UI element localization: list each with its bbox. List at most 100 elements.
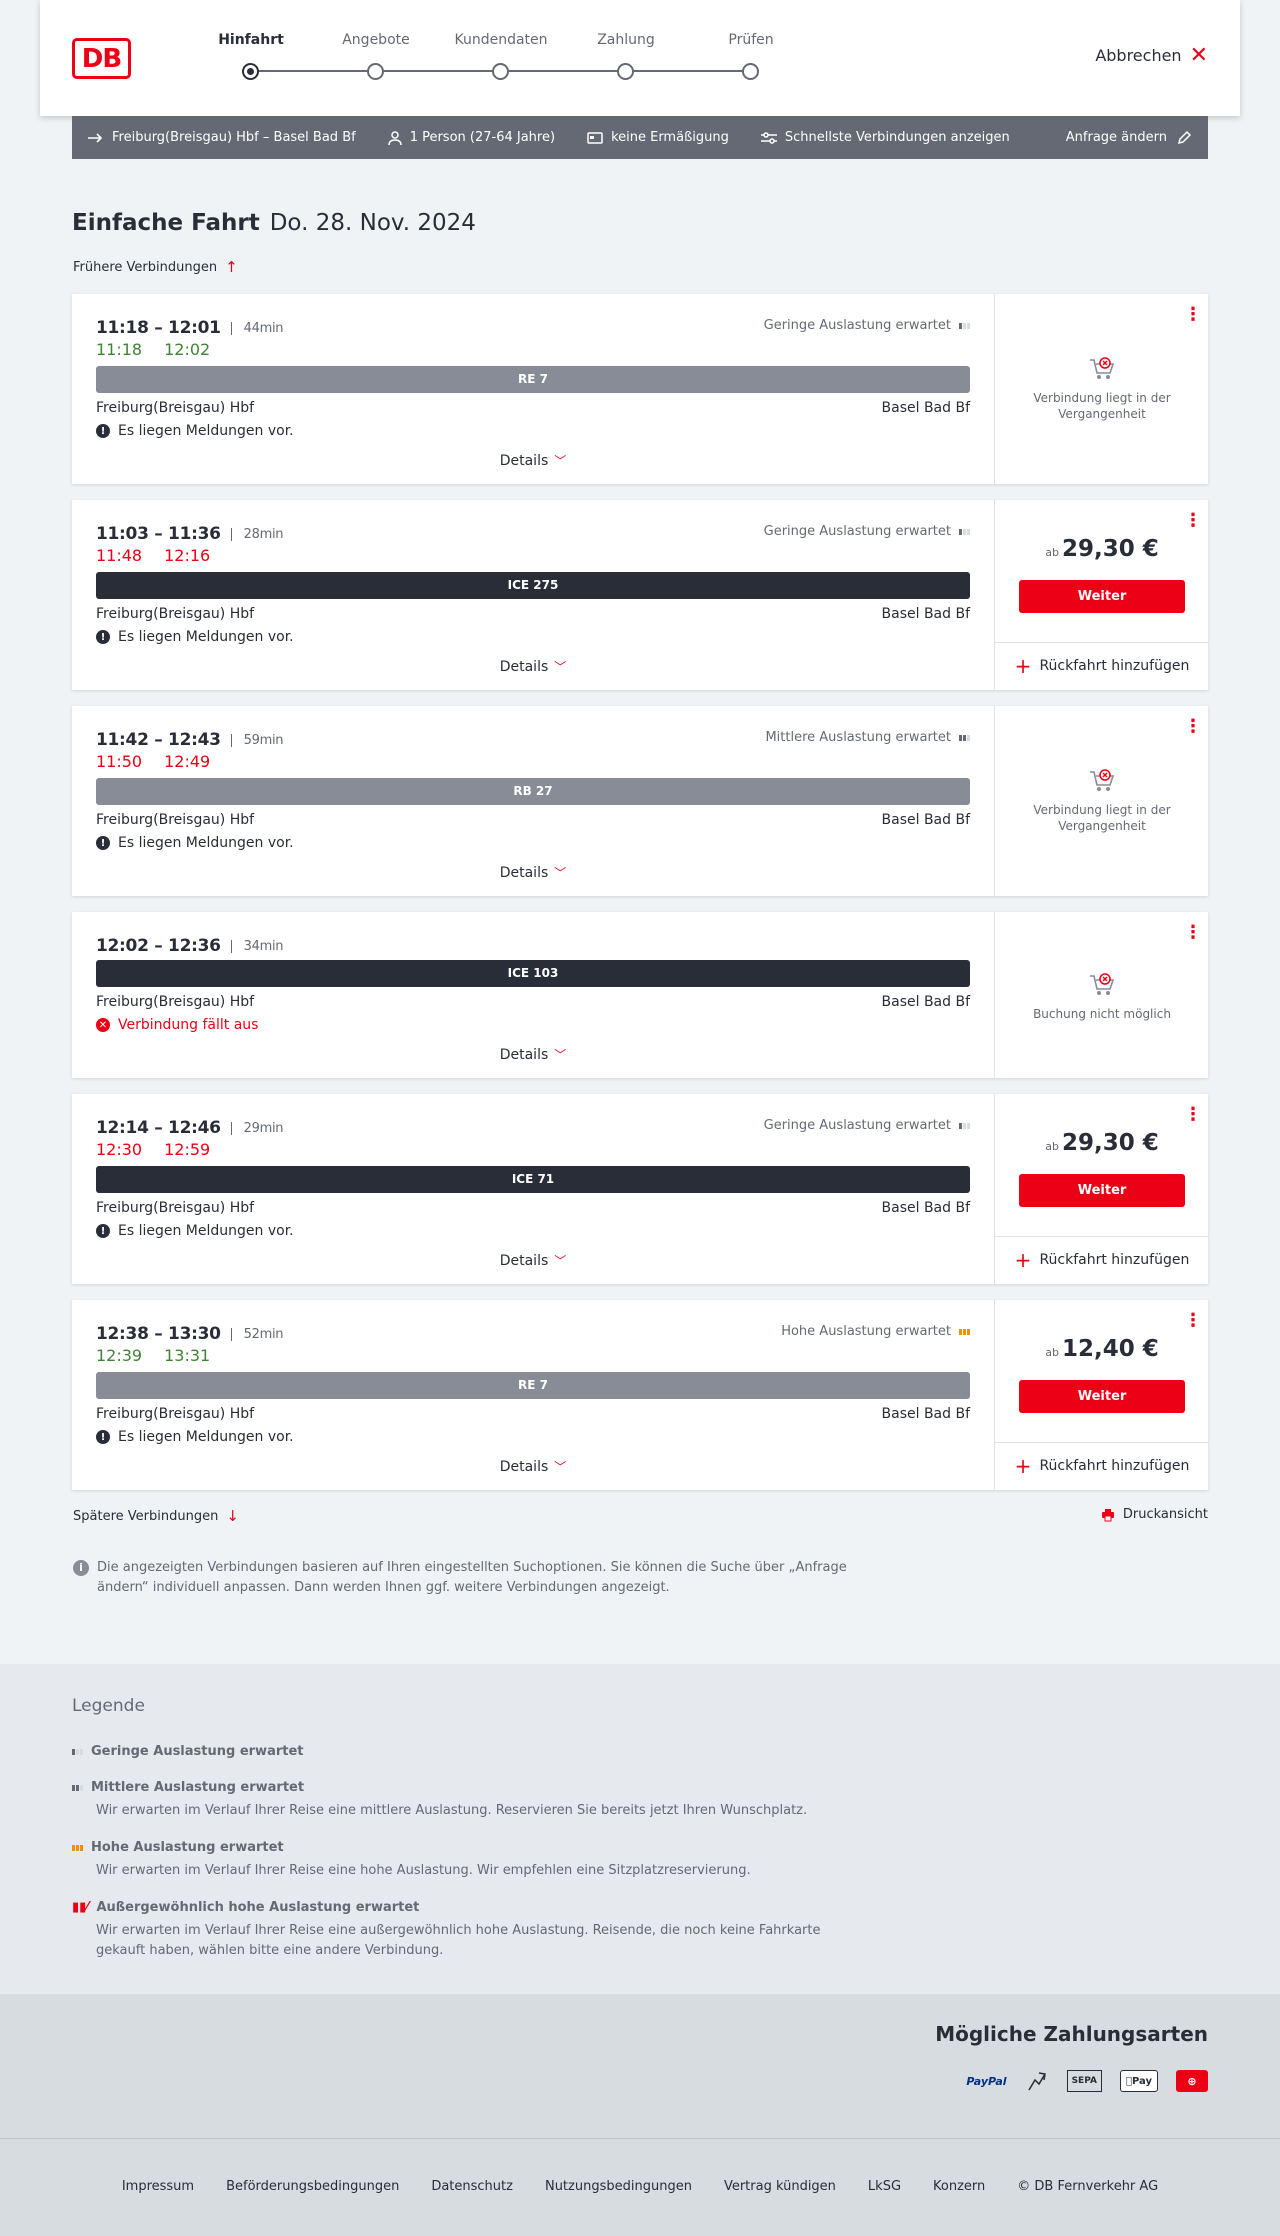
legend-item-desc: Wir erwarten im Verlauf Ihrer Reise eine…: [96, 1803, 808, 1818]
unavailable-notice: Verbindung liegt in der Vergangenheit: [995, 768, 1209, 834]
later-connections-link[interactable]: Spätere Verbindungen ↓: [73, 1507, 239, 1525]
occupancy-icon: [959, 1328, 970, 1335]
print-view-link[interactable]: Druckansicht: [1101, 1507, 1208, 1522]
connection-card[interactable]: 11:03 – 11:36 28min 11:48 12:16 Geringe Au…: [72, 500, 1209, 690]
add-return-button[interactable]: + Rückfahrt hinzufügen: [995, 642, 1209, 689]
change-request-button[interactable]: Anfrage ändern: [1066, 130, 1192, 145]
details-toggle[interactable]: Details ﹀: [72, 1458, 994, 1475]
planned-times: 11:03 – 11:36 28min: [96, 524, 284, 544]
message-notice: ! Es liegen Meldungen vor.: [96, 423, 294, 439]
add-return-button[interactable]: + Rückfahrt hinzufügen: [995, 1236, 1209, 1283]
more-options-icon[interactable]: ⋮: [1184, 1312, 1202, 1330]
continue-button[interactable]: Weiter: [1019, 1174, 1185, 1207]
occupancy-extreme-icon: ▮▮⁄: [72, 1900, 89, 1915]
exclamation-icon: !: [96, 1224, 110, 1238]
occupancy-icon: [959, 322, 970, 329]
footer-copyright: © DB Fernverkehr AG: [1017, 2179, 1159, 2194]
more-options-icon[interactable]: ⋮: [1184, 924, 1202, 942]
step-hinfahrt[interactable]: Hinfahrt: [196, 32, 306, 80]
origin-station: Freiburg(Breisgau) Hbf: [96, 812, 255, 828]
cart-unavailable-icon: [1090, 357, 1115, 379]
price-value: 12,40 €: [1061, 1336, 1159, 1362]
step-kundendaten[interactable]: Kundendaten: [446, 32, 556, 80]
footer-link-nutzungsbedingungen[interactable]: Nutzungsbedingungen: [545, 2179, 692, 2194]
footer-link-konzern[interactable]: Konzern: [933, 2179, 985, 2194]
info-icon: i: [73, 1560, 89, 1576]
details-toggle[interactable]: Details ﹀: [72, 864, 994, 881]
train-bar[interactable]: ICE 103: [96, 960, 970, 987]
more-options-icon[interactable]: ⋮: [1184, 1106, 1202, 1124]
train-bar[interactable]: RB 27: [96, 778, 970, 805]
cart-unavailable-icon: [1090, 973, 1115, 995]
step-dot: [367, 63, 384, 80]
footer-link-datenschutz[interactable]: Datenschutz: [431, 2179, 513, 2194]
planned-time-text: 12:14 – 12:46: [96, 1118, 221, 1138]
realtime-times: 11:50 12:49: [96, 752, 210, 771]
connection-card[interactable]: 12:14 – 12:46 29min 12:30 12:59 Geringe Au…: [72, 1094, 1209, 1284]
exclamation-icon: !: [96, 424, 110, 438]
more-options-icon[interactable]: ⋮: [1184, 718, 1202, 736]
duration: 59min: [230, 733, 284, 747]
db-logo[interactable]: DB: [72, 38, 131, 79]
direct-debit-icon: [1025, 2070, 1049, 2092]
earlier-connections-link[interactable]: Frühere Verbindungen ↑: [73, 258, 238, 276]
occupancy-text: Mittlere Auslastung erwartet: [765, 730, 951, 745]
connection-main: 11:03 – 11:36 28min 11:48 12:16 Geringe Au…: [72, 500, 994, 690]
details-toggle[interactable]: Details ﹀: [72, 452, 994, 469]
step-angebote[interactable]: Angebote: [321, 32, 431, 80]
step-pruefen[interactable]: Prüfen: [696, 32, 806, 80]
close-icon: ✕: [1189, 42, 1208, 68]
train-bar[interactable]: ICE 275: [96, 572, 970, 599]
footer-link-vertrag-kuendigen[interactable]: Vertrag kündigen: [724, 2179, 836, 2194]
progress-stepper: Hinfahrt Angebote Kundendaten Zahlung Pr…: [170, 32, 774, 92]
footer-link-befoerderungsbedingungen[interactable]: Beförderungsbedingungen: [226, 2179, 399, 2194]
connection-card[interactable]: 12:38 – 13:30 52min 12:39 13:31 Hohe Ausla…: [72, 1300, 1209, 1490]
destination-station: Basel Bad Bf: [881, 606, 970, 622]
plus-icon: +: [1014, 654, 1032, 678]
connection-card[interactable]: 12:02 – 12:36 34min ICE 103 Freiburg(Brei…: [72, 912, 1208, 1078]
footer-link-impressum[interactable]: Impressum: [122, 2179, 194, 2194]
connection-card[interactable]: 11:18 – 12:01 44min 11:18 12:02 Geringe Au…: [72, 294, 1208, 484]
destination-station: Basel Bad Bf: [881, 400, 970, 416]
card-icon: [587, 131, 603, 144]
pencil-icon: [1177, 130, 1192, 145]
add-return-label: Rückfahrt hinzufügen: [1039, 1252, 1190, 1268]
details-toggle[interactable]: Details ﹀: [72, 1252, 994, 1269]
chevron-down-icon: ﹀: [554, 1254, 567, 1268]
more-options-icon[interactable]: ⋮: [1184, 306, 1202, 324]
legend-item-desc: Wir erwarten im Verlauf Ihrer Reise eine…: [96, 1863, 751, 1878]
step-zahlung[interactable]: Zahlung: [571, 32, 681, 80]
planned-times: 12:38 – 13:30 52min: [96, 1324, 284, 1344]
more-options-icon[interactable]: ⋮: [1184, 512, 1202, 530]
details-toggle[interactable]: Details ﹀: [72, 1046, 994, 1063]
planned-time-text: 11:03 – 11:36: [96, 524, 221, 544]
footer: Impressum Beförderungsbedingungen Datens…: [0, 2138, 1280, 2236]
route-summary[interactable]: Freiburg(Breisgau) Hbf – Basel Bad Bf: [88, 130, 356, 145]
route-text: Freiburg(Breisgau) Hbf – Basel Bad Bf: [112, 130, 356, 145]
occupancy-text: Geringe Auslastung erwartet: [763, 318, 951, 333]
train-bar[interactable]: RE 7: [96, 366, 970, 393]
connection-card[interactable]: 11:42 – 12:43 59min 11:50 12:49 Mittlere A…: [72, 706, 1208, 896]
info-text: Die angezeigten Verbindungen basieren au…: [97, 1560, 847, 1595]
footer-link-lksg[interactable]: LkSG: [868, 2179, 901, 2194]
train-bar[interactable]: ICE 71: [96, 1166, 970, 1193]
cart-unavailable-icon: [1090, 769, 1115, 791]
price: ab 29,30 €: [995, 1130, 1209, 1156]
duration: 28min: [230, 527, 284, 541]
continue-button[interactable]: Weiter: [1019, 1380, 1185, 1413]
train-bar[interactable]: RE 7: [96, 1372, 970, 1399]
fastest-option[interactable]: Schnellste Verbindungen anzeigen: [760, 130, 1010, 145]
price-prefix: ab: [1045, 546, 1059, 559]
discount-summary[interactable]: keine Ermäßigung: [587, 130, 729, 145]
stations: Freiburg(Breisgau) Hbf Basel Bad Bf: [96, 400, 970, 416]
continue-button[interactable]: Weiter: [1019, 580, 1185, 613]
cancel-button[interactable]: Abbrechen ✕: [1095, 42, 1208, 68]
add-return-button[interactable]: + Rückfahrt hinzufügen: [995, 1442, 1209, 1489]
occupancy-text: Hohe Auslastung erwartet: [781, 1324, 951, 1339]
details-toggle[interactable]: Details ﹀: [72, 658, 994, 675]
passenger-summary[interactable]: 1 Person (27-64 Jahre): [387, 130, 555, 145]
destination-station: Basel Bad Bf: [881, 812, 970, 828]
message-text: Es liegen Meldungen vor.: [118, 835, 294, 851]
origin-station: Freiburg(Breisgau) Hbf: [96, 606, 255, 622]
message-text: Es liegen Meldungen vor.: [118, 423, 294, 439]
